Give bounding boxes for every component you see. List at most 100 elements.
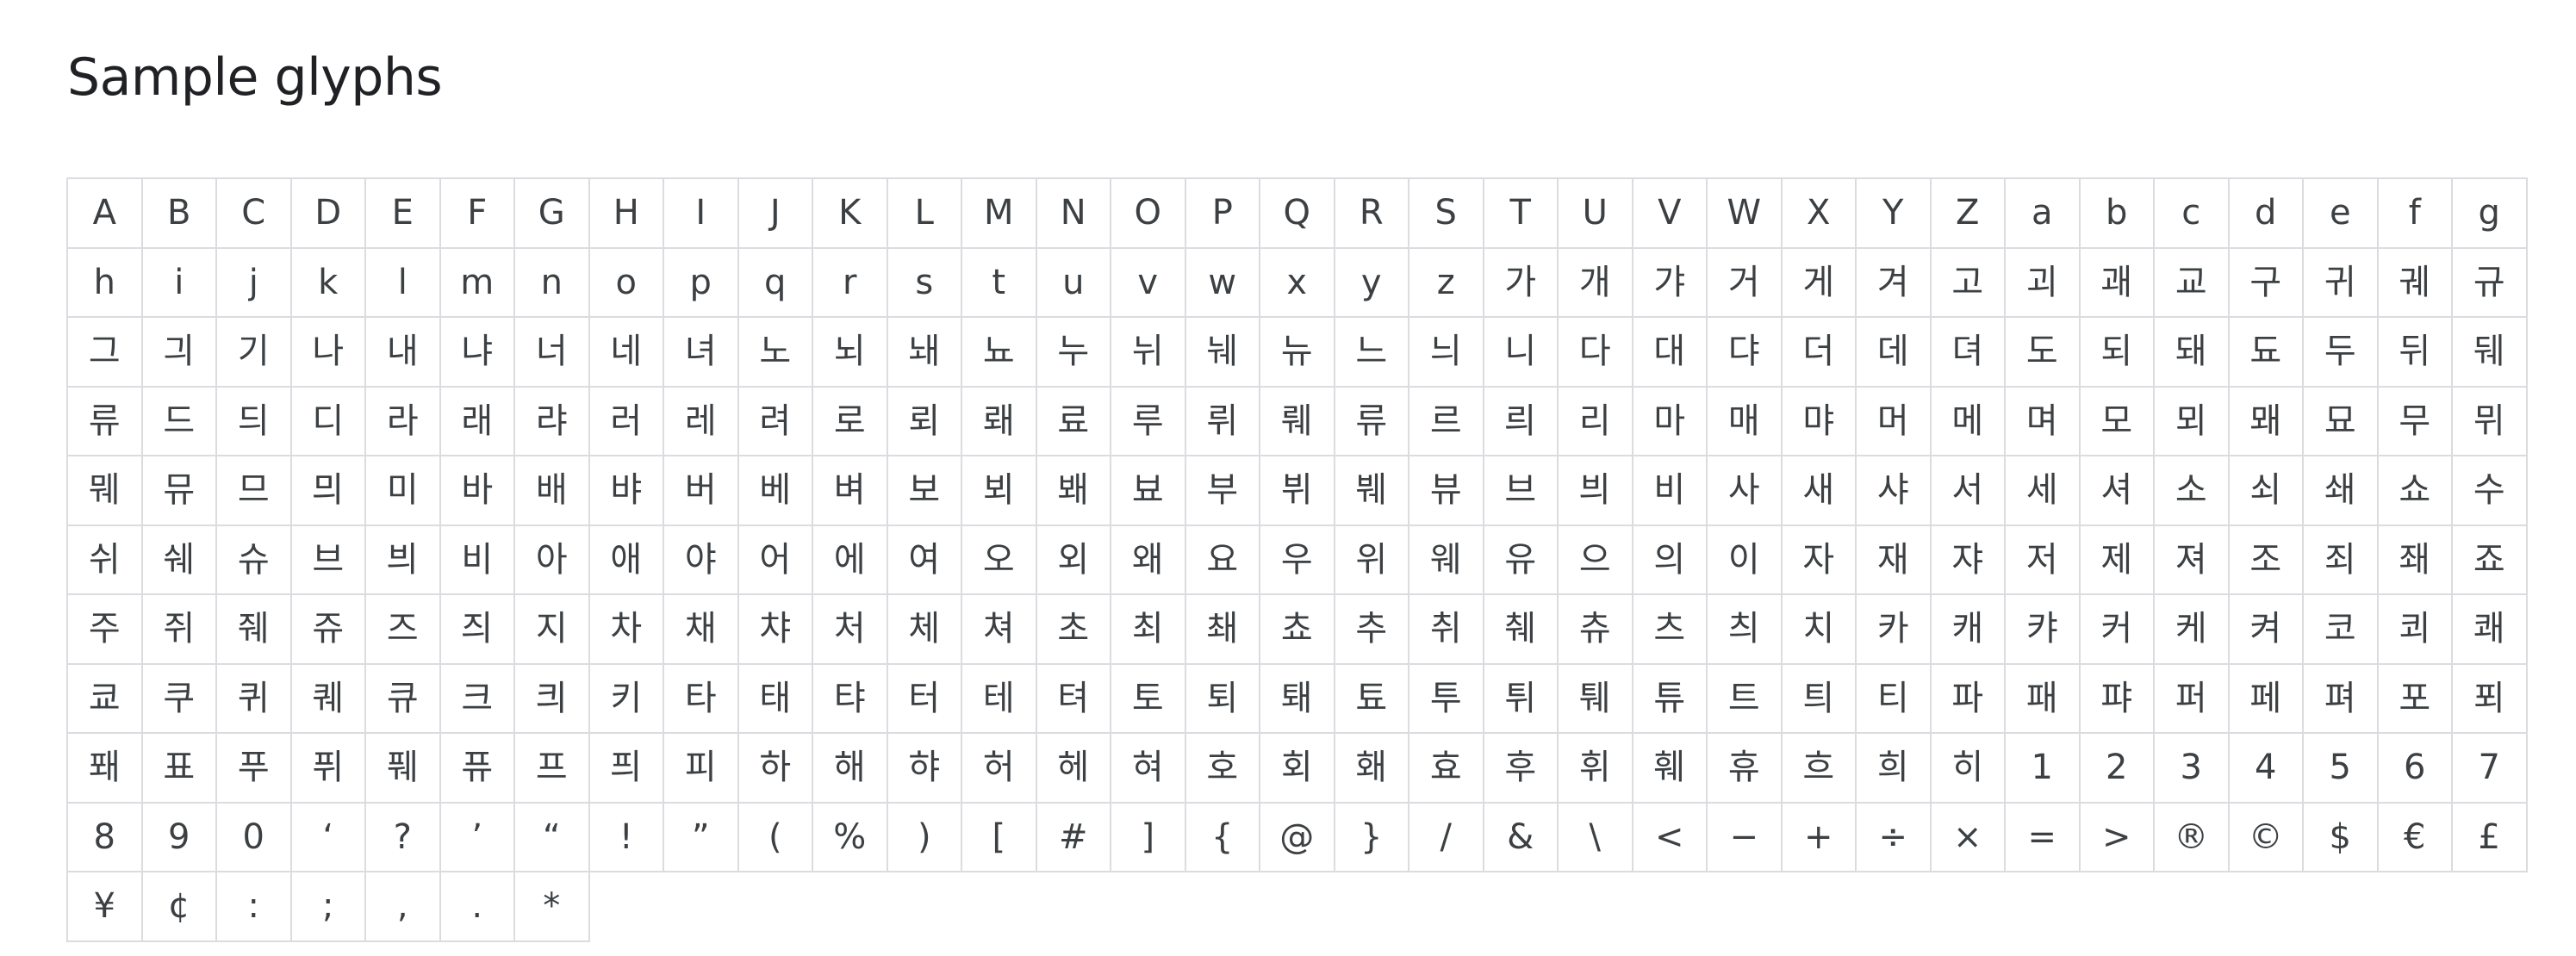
glyph-cell: 표 (142, 734, 217, 804)
glyph-cell: 븨 (1559, 456, 1633, 526)
glyph-cell: 려 (738, 387, 813, 456)
glyph-cell: 소 (2155, 456, 2230, 526)
glyph-cell: ” (664, 803, 739, 872)
glyph-cell: 즤 (440, 595, 515, 665)
glyph-cell: J (738, 179, 813, 249)
glyph-cell: 해 (813, 734, 888, 804)
glyph-cell: s (887, 248, 962, 318)
glyph-cell: 로 (813, 387, 888, 456)
glyph-cell: 먀 (1782, 387, 1857, 456)
glyph-cell: f (2378, 179, 2453, 249)
glyph-cell: 츄 (1559, 595, 1633, 665)
glyph-cell: M (962, 179, 1037, 249)
glyph-cell: . (440, 872, 515, 942)
glyph-cell: 베 (738, 456, 813, 526)
glyph-cell: 휴 (1708, 734, 1783, 804)
glyph-cell: 페 (2229, 664, 2304, 734)
glyph-cell: 됴 (2229, 318, 2304, 388)
glyph-cell: ¥ (68, 872, 143, 942)
glyph-cell: 재 (1857, 525, 1932, 595)
glyph-cell: 뷔 (1260, 456, 1335, 526)
glyph-cell: 녀 (664, 318, 739, 388)
glyph-cell: K (813, 179, 888, 249)
glyph-cell: 뤼 (1185, 387, 1260, 456)
glyph-cell: 노 (738, 318, 813, 388)
glyph-cell: h (68, 248, 143, 318)
glyph-cell: 세 (2006, 456, 2081, 526)
glyph-cell: @ (1260, 803, 1335, 872)
glyph-cell: 더 (1782, 318, 1857, 388)
glyph-cell: 브 (291, 525, 366, 595)
glyph-cell: ; (291, 872, 366, 942)
glyph-cell: 픠 (589, 734, 664, 804)
glyph-cell: O (1111, 179, 1186, 249)
glyph-cell: 탸 (813, 664, 888, 734)
glyph-cell: 뇨 (962, 318, 1037, 388)
glyph-cell: 괴 (2006, 248, 2081, 318)
glyph-cell: 처 (813, 595, 888, 665)
glyph-cell: 킈 (515, 664, 590, 734)
glyph-cell: 무 (2378, 387, 2453, 456)
glyph-cell: 쥬 (291, 595, 366, 665)
glyph-cell: \ (1559, 803, 1633, 872)
glyph-cell: 저 (2006, 525, 2081, 595)
glyph-cell: & (1484, 803, 1559, 872)
glyph-cell: 헤 (1036, 734, 1111, 804)
glyph-cell: 호 (1185, 734, 1260, 804)
glyph-cell: 티 (1857, 664, 1932, 734)
glyph-cell: 바 (440, 456, 515, 526)
glyph-cell: E (366, 179, 441, 249)
glyph-cell: 거 (1708, 248, 1783, 318)
glyph-cell: B (142, 179, 217, 249)
glyph-cell: 누 (1036, 318, 1111, 388)
glyph-cell: l (366, 248, 441, 318)
glyph-cell: 허 (962, 734, 1037, 804)
glyph-cell: W (1708, 179, 1783, 249)
glyph-cell: 뢔 (962, 387, 1037, 456)
glyph-cell: 에 (813, 525, 888, 595)
glyph-cell: 왜 (1111, 525, 1186, 595)
glyph-cell: w (1185, 248, 1260, 318)
glyph-cell: * (515, 872, 590, 942)
glyph-cell: 드 (142, 387, 217, 456)
glyph-cell: 혀 (1111, 734, 1186, 804)
glyph-cell: 퀘 (291, 664, 366, 734)
glyph-cell: 퀴 (217, 664, 292, 734)
glyph-cell: 븨 (366, 525, 441, 595)
glyph-cell: 쾌 (2453, 595, 2528, 665)
glyph-cell: 메 (1931, 387, 2006, 456)
glyph-cell: 차 (589, 595, 664, 665)
glyph-cell: P (1185, 179, 1260, 249)
glyph-cell: 트 (1708, 664, 1783, 734)
glyph-cell: 뷰 (1409, 456, 1484, 526)
glyph-cell: 괘 (2080, 248, 2155, 318)
glyph-cell: Q (1260, 179, 1335, 249)
glyph-cell: I (664, 179, 739, 249)
glyph-cell: 놰 (887, 318, 962, 388)
glyph-cell: 레 (664, 387, 739, 456)
glyph-cell: A (68, 179, 143, 249)
glyph-cell: 튜 (1633, 664, 1708, 734)
glyph-cell: 0 (217, 803, 292, 872)
glyph-cell: 규 (2453, 248, 2528, 318)
glyph-cell: 펴 (2304, 664, 2379, 734)
glyph-cell: 크 (440, 664, 515, 734)
glyph-cell: 타 (664, 664, 739, 734)
glyph-cell: 효 (1409, 734, 1484, 804)
glyph-cell: 웨 (1409, 525, 1484, 595)
glyph-cell: 취 (1409, 595, 1484, 665)
glyph-cell: 뵤 (1111, 456, 1186, 526)
glyph-cell: 래 (440, 387, 515, 456)
glyph-cell: × (1931, 803, 2006, 872)
glyph-cell: 5 (2304, 734, 2379, 804)
glyph-cell: 뉘 (1111, 318, 1186, 388)
glyph-cell: 보 (887, 456, 962, 526)
glyph-cell: 툐 (1335, 664, 1409, 734)
glyph-cell: { (1185, 803, 1260, 872)
glyph-cell: 주 (68, 595, 143, 665)
glyph-cell: q (738, 248, 813, 318)
glyph-cell: 튀 (1484, 664, 1559, 734)
glyph-cell: 포 (2378, 664, 2453, 734)
glyph-cell: $ (2304, 803, 2379, 872)
glyph-cell: 쵀 (1185, 595, 1260, 665)
